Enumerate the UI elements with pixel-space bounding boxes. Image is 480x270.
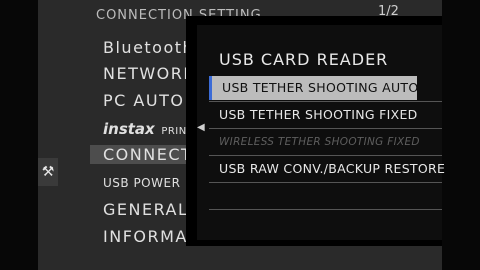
divider bbox=[209, 155, 442, 156]
menu-item-bluetooth[interactable]: Bluetooth bbox=[103, 38, 194, 57]
option-label: USB TETHER SHOOTING AUTO bbox=[222, 80, 419, 95]
option-label: WIRELESS TETHER SHOOTING FIXED bbox=[219, 136, 420, 148]
option-label: USB TETHER SHOOTING FIXED bbox=[219, 107, 418, 122]
option-usb-tether-auto[interactable]: USB TETHER SHOOTING AUTO bbox=[209, 76, 419, 100]
right-border bbox=[442, 0, 480, 270]
divider bbox=[209, 128, 442, 129]
menu-item-usb-power[interactable]: USB POWER bbox=[103, 176, 180, 190]
option-usb-tether-fixed[interactable]: USB TETHER SHOOTING FIXED bbox=[209, 103, 442, 127]
menu-item-connection[interactable]: CONNECT bbox=[90, 145, 199, 164]
instax-logo: instax bbox=[103, 120, 155, 138]
option-usb-card-reader[interactable]: USB CARD READER bbox=[209, 48, 442, 72]
divider bbox=[209, 209, 442, 210]
wrench-icon[interactable]: ⚒ bbox=[38, 158, 58, 186]
option-label: USB RAW CONV./BACKUP RESTORE bbox=[219, 161, 446, 176]
menu-item-information[interactable]: INFORMA bbox=[103, 227, 188, 246]
divider bbox=[209, 182, 442, 183]
option-label: USB CARD READER bbox=[219, 50, 389, 69]
menu-item-general[interactable]: GENERAL bbox=[103, 200, 188, 219]
option-wireless-tether-fixed: WIRELESS TETHER SHOOTING FIXED bbox=[209, 130, 442, 154]
menu-item-pc-auto[interactable]: PC AUTO bbox=[103, 91, 184, 110]
arrow-left-icon: ◀ bbox=[197, 122, 205, 133]
divider bbox=[209, 101, 442, 102]
menu-item-network[interactable]: NETWORK bbox=[103, 64, 195, 83]
left-border bbox=[0, 0, 38, 270]
option-usb-raw-conv[interactable]: USB RAW CONV./BACKUP RESTORE bbox=[209, 157, 446, 181]
